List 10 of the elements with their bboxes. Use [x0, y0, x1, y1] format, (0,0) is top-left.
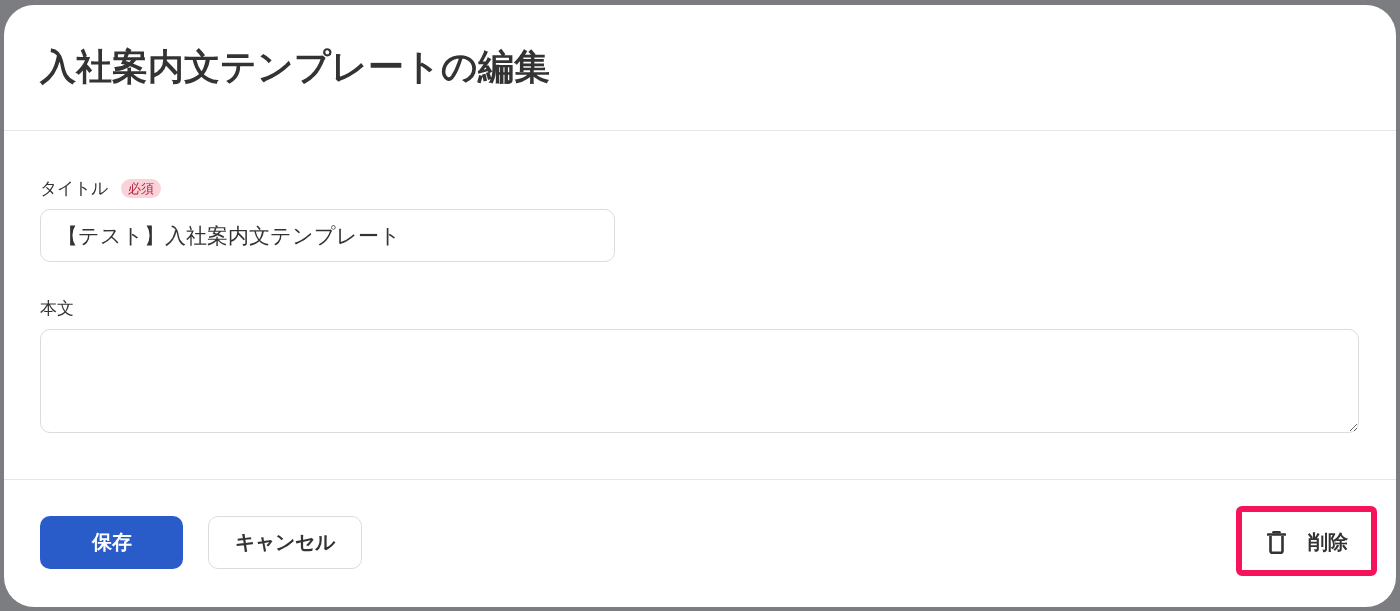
field-label: 本文 — [40, 298, 74, 318]
required-badge: 必須 — [121, 178, 161, 198]
field-label: タイトル — [40, 178, 108, 198]
delete-button[interactable]: 削除 — [1251, 516, 1362, 569]
body-textarea-field[interactable] — [40, 329, 1359, 433]
cancel-button[interactable]: キャンセル — [208, 516, 362, 569]
trash-icon — [1267, 531, 1286, 554]
save-button[interactable]: 保存 — [40, 516, 183, 569]
title-input-field[interactable]: 【テスト】入社案内文テンプレート — [40, 209, 615, 262]
dialog-title: 入社案内文テンプレートの編集 — [40, 44, 550, 89]
